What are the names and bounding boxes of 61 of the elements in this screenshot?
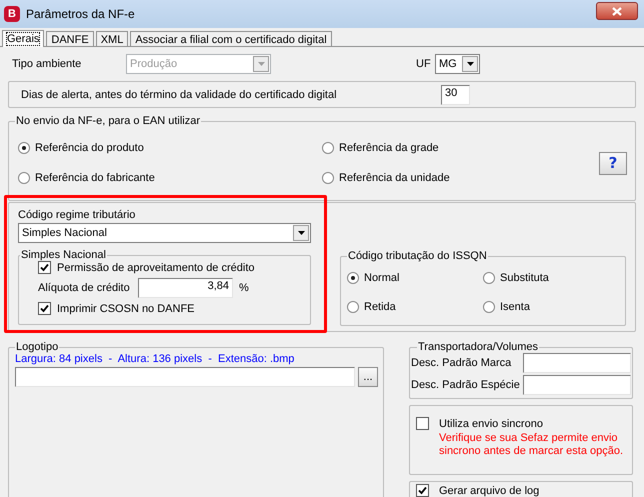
app-icon: B <box>4 6 20 22</box>
warning-text: Verifique se sua Sefaz permite envio sincrono antes de marcar esta opção. <box>438 432 624 458</box>
field-label: Tipo ambiente <box>12 58 82 70</box>
caret-icon <box>258 62 264 66</box>
radio-label: Normal <box>364 272 400 284</box>
field-label: Alíquota de crédito <box>38 282 131 294</box>
radio-button[interactable] <box>483 301 495 313</box>
dropdown[interactable]: MG <box>435 54 480 74</box>
checkbox[interactable] <box>38 261 51 274</box>
group-title: Simples Nacional <box>20 249 107 261</box>
input-field[interactable] <box>523 375 631 395</box>
tab[interactable]: Gerais <box>2 30 44 47</box>
tab[interactable]: DANFE <box>46 31 94 46</box>
field-label: Código regime tributário <box>18 209 136 221</box>
checkbox[interactable] <box>416 417 429 430</box>
group-title: Código tributação do ISSQN <box>347 250 488 262</box>
radio-button[interactable] <box>18 142 30 154</box>
dropdown-button[interactable] <box>293 225 309 241</box>
tab[interactable]: Associar a filial com o certificado digital <box>130 31 332 46</box>
radio-label: Referência do produto <box>35 142 144 154</box>
group-title: Transportadora/Volumes <box>417 341 540 353</box>
field-label: Desc. Padrão Espécie <box>411 379 520 391</box>
checkbox-label: Utiliza envio sincrono <box>439 418 543 430</box>
hint-text: Largura: 84 pixels - Altura: 136 pixels - Extensão: .bmp <box>14 353 296 365</box>
close-button[interactable] <box>596 2 638 20</box>
dropdown[interactable]: Simples Nacional <box>18 223 311 243</box>
input-field[interactable]: 3,84 <box>138 278 233 298</box>
field-label: Dias de alerta, antes do término da validade do certificado digital <box>21 88 338 100</box>
input-field[interactable] <box>15 367 355 387</box>
radio-label: Isenta <box>500 301 530 313</box>
radio-button[interactable] <box>18 172 30 184</box>
help-button[interactable]: ? <box>599 152 627 174</box>
caret-icon <box>466 62 474 66</box>
radio-label: Referência da unidade <box>339 172 450 184</box>
radio-button[interactable] <box>347 301 359 313</box>
checkbox-label: Gerar arquivo de log <box>439 484 540 496</box>
group-title: No envio da NF-e, para o EAN utilizar <box>15 115 202 127</box>
field-label: Desc. Padrão Marca <box>411 357 512 369</box>
caret-icon <box>298 231 304 235</box>
input-field[interactable] <box>523 353 631 373</box>
radio-button[interactable] <box>322 142 334 154</box>
group-title: Logotipo <box>15 341 60 353</box>
checkbox[interactable] <box>38 302 51 315</box>
unit-label: % <box>239 282 249 294</box>
close-icon <box>612 6 622 16</box>
checkbox[interactable] <box>416 484 429 497</box>
window-title: Parâmetros da NF-e <box>26 7 136 21</box>
radio-label: Referência do fabricante <box>35 172 155 184</box>
browse-button[interactable]: ... <box>358 367 378 387</box>
input-field[interactable]: 30 <box>441 84 470 104</box>
checkbox-label: Permissão de aproveitamento de crédito <box>57 262 254 274</box>
checkbox-label: Imprimir CSOSN no DANFE <box>57 302 195 314</box>
radio-label: Substituta <box>500 272 549 284</box>
tab[interactable]: XML <box>96 31 128 46</box>
dropdown-button[interactable] <box>462 56 478 72</box>
radio-label: Referência da grade <box>339 142 439 154</box>
field-label: UF <box>416 58 432 70</box>
radio-button[interactable] <box>483 272 495 284</box>
radio-label: Retida <box>364 301 396 313</box>
radio-button[interactable] <box>347 272 359 284</box>
radio-button[interactable] <box>322 172 334 184</box>
